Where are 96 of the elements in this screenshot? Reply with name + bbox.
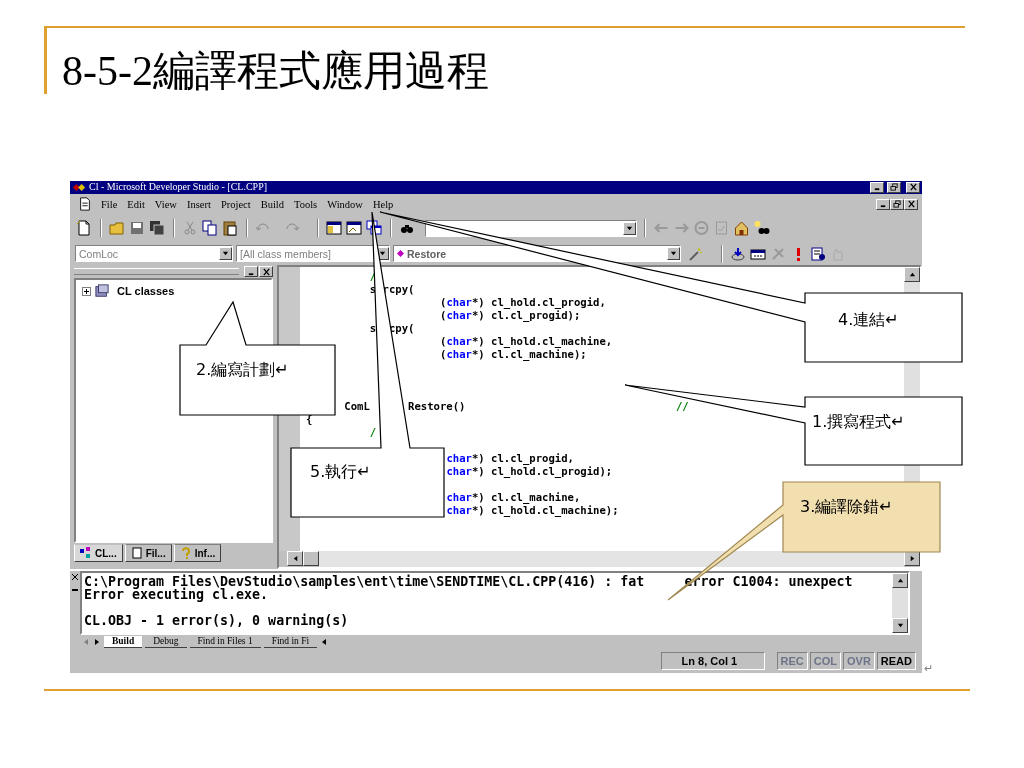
pane-tab[interactable]: CL... [74, 544, 123, 563]
code-line: char*) cl.cl_progid, [446, 452, 574, 466]
dropdown-arrow-icon [379, 250, 386, 258]
status-indicator: REC [776, 651, 808, 670]
right-arrow-icon [908, 554, 916, 562]
callout-text: 2.編寫計劃↵ [196, 360, 289, 380]
callout-text: 1.撰寫程式↵ [812, 412, 905, 432]
pane-tab[interactable]: Inf... [173, 544, 222, 563]
slide-title: 8-5-2編譯程式應用過程 [62, 47, 489, 96]
binoculars-icon[interactable] [753, 220, 770, 237]
code-line: { [306, 413, 313, 427]
code-line: char*) cl_hold.cl_progid); [446, 465, 613, 479]
grip-bar[interactable] [74, 268, 239, 276]
code-line: ComL Restore() // [344, 400, 689, 414]
menu-item[interactable]: Edit [122, 198, 150, 210]
classes-icon [95, 284, 109, 299]
code-line: (char*) cl.cl_machine); [440, 348, 587, 362]
close-icon[interactable] [71, 572, 79, 581]
filter-combo-box[interactable]: [All class members] [236, 245, 390, 263]
dropdown-arrow-icon [670, 250, 677, 258]
menu-item[interactable]: Tools [289, 198, 323, 210]
menu-item[interactable]: Build [255, 198, 289, 210]
breakpoint-icon[interactable] [810, 245, 827, 262]
window-title: Cl - Microsoft Developer Studio - [CL.CPP] [89, 181, 268, 194]
combo-value: [All class members] [239, 247, 332, 260]
document-icon [78, 197, 92, 212]
dropdown-arrow-icon [222, 250, 229, 258]
combo-value: ComLoc [78, 247, 119, 260]
output-tab[interactable]: Find in Files 1 [189, 635, 261, 648]
code-line: char*) cl.cl_machine, [446, 491, 581, 505]
workspace-window-icon[interactable] [326, 220, 343, 237]
menu-item[interactable]: Project [215, 198, 256, 210]
cursor-position: Ln 8, Col 1 [660, 651, 765, 670]
status-indicator: OVR [843, 651, 875, 670]
class-view-icon [80, 547, 92, 560]
output-line: CL.OBJ - 1 error(s), 0 warning(s) [84, 613, 349, 627]
file-icon [130, 547, 143, 560]
close-icon [906, 200, 916, 209]
up-arrow-icon [896, 576, 904, 584]
scroll-down-button[interactable] [892, 618, 908, 634]
output-window-icon[interactable] [346, 220, 363, 237]
menu-item[interactable]: Help [367, 198, 399, 210]
minimize-button[interactable] [870, 181, 884, 193]
scroll-right-icon[interactable] [93, 637, 101, 646]
combo-value: Restore [406, 247, 447, 260]
close-button[interactable] [904, 198, 918, 210]
restore-button[interactable] [890, 198, 904, 210]
scroll-up-button[interactable] [892, 572, 908, 588]
new-file-icon[interactable] [76, 220, 93, 237]
close-icon [908, 183, 918, 192]
menu-item[interactable]: File [96, 198, 123, 210]
menu-item[interactable]: View [149, 198, 182, 210]
code-line: (char*) cl.cl_progid); [440, 309, 581, 323]
paragraph-mark: ↵ [924, 662, 933, 675]
output-tab[interactable]: Build [104, 635, 143, 648]
tree-item[interactable]: CL classes [117, 285, 175, 298]
diamond-icon [397, 250, 404, 258]
callout-text: 5.執行↵ [310, 462, 371, 482]
callout-text: 4.連結↵ [838, 310, 899, 330]
scroll-left-icon[interactable] [320, 637, 329, 646]
expand-icon[interactable] [82, 287, 91, 296]
find-combo-box[interactable] [425, 219, 637, 237]
disks-icon[interactable] [149, 220, 166, 237]
down-arrow-icon [896, 622, 904, 630]
restore-icon [892, 200, 902, 209]
minimize-button[interactable] [876, 198, 890, 210]
output-tab[interactable]: Debug [145, 635, 187, 648]
status-indicator: READ [876, 651, 916, 670]
scroll-up-button[interactable] [904, 267, 920, 283]
dropdown-arrow-icon [626, 224, 633, 232]
code-line: (char*) cl_hold.cl_machine, [440, 335, 613, 349]
code-line: / [369, 426, 377, 440]
close-button[interactable] [259, 266, 273, 278]
close-button[interactable] [906, 181, 920, 193]
output-tab[interactable]: Find in Fi [263, 635, 318, 648]
copy-icon[interactable] [202, 220, 219, 237]
home-icon[interactable] [733, 220, 750, 237]
up-arrow-icon [908, 271, 916, 279]
class-combo-box[interactable]: ComLoc [75, 245, 233, 263]
restore-button[interactable] [887, 181, 901, 193]
restore-icon [889, 183, 899, 192]
left-arrow-icon [291, 554, 299, 562]
compile-icon[interactable] [730, 245, 747, 262]
app-icon [72, 181, 86, 193]
close-icon [261, 268, 271, 276]
code-line: char*) cl_hold.cl_machine); [446, 504, 619, 518]
code-line: (char*) cl_hold.cl_progid, [440, 296, 606, 310]
menu-item[interactable]: Window [322, 198, 368, 210]
clipboard-icon[interactable] [222, 220, 239, 237]
pane-tab[interactable]: Fil... [124, 544, 172, 563]
minimize-button[interactable] [244, 266, 258, 278]
menu-item[interactable]: Insert [181, 198, 216, 210]
question-mark-icon [179, 547, 192, 560]
status-indicator: COL [809, 651, 841, 670]
callout-text: 3.編譯除錯↵ [800, 497, 893, 517]
output-line: Error executing cl.exe. [84, 587, 269, 601]
